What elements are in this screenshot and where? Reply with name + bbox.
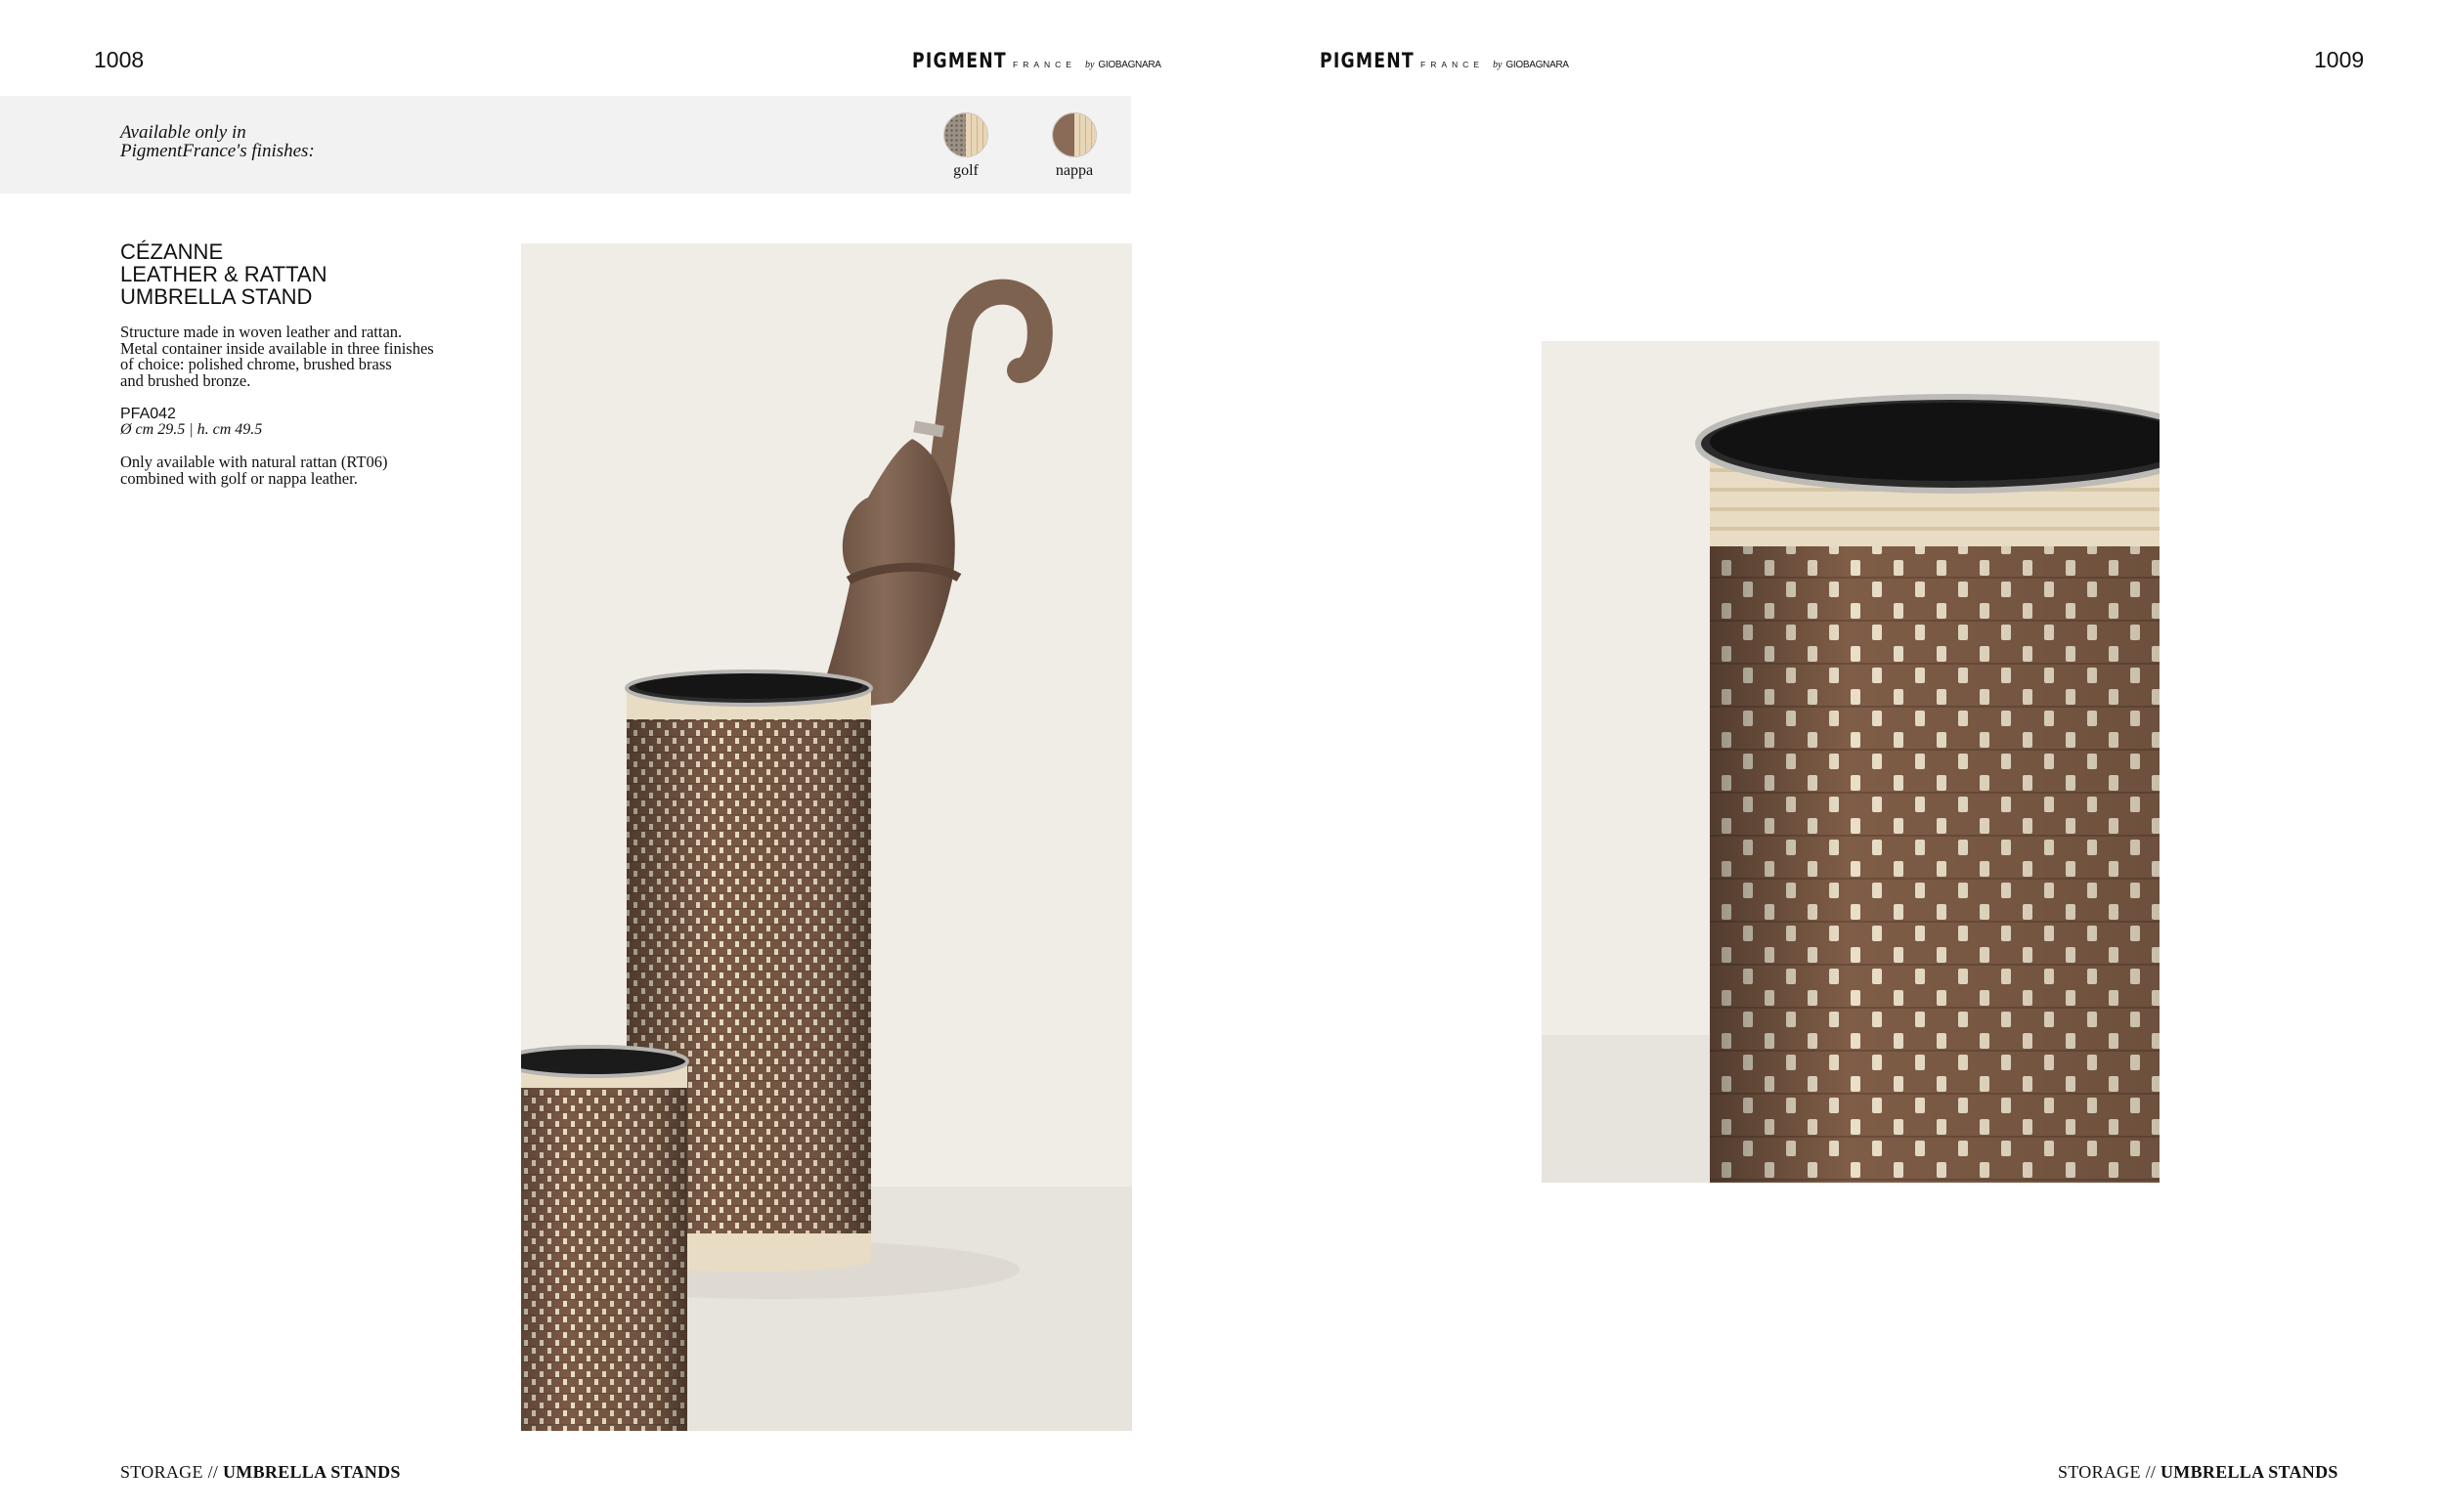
footer-right: STORAGE // UMBRELLA STANDS — [2058, 1462, 2338, 1483]
swatch-label-nappa: nappa — [1055, 162, 1094, 179]
footer-left: STORAGE // UMBRELLA STANDS — [120, 1462, 401, 1483]
brand-logo-left: PIGMENT FRANCE by GIOBAGNARA — [912, 49, 1161, 72]
golf-rattan-swatch-icon — [943, 112, 988, 157]
brand-sub: FRANCE — [1420, 60, 1484, 69]
brand-logo-right: PIGMENT FRANCE by GIOBAGNARA — [1320, 49, 1569, 72]
product-title: CÉZANNE LEATHER & RATTAN UMBRELLA STAND — [120, 239, 327, 309]
nappa-rattan-swatch-icon — [1052, 112, 1097, 157]
brand-name: PIGMENT — [1320, 49, 1415, 72]
product-description: Structure made in woven leather and ratt… — [120, 323, 434, 390]
page-number-left: 1008 — [94, 47, 145, 72]
rattan-half — [966, 113, 987, 156]
footer-category: UMBRELLA STANDS — [2160, 1462, 2338, 1482]
product-photo-main — [521, 243, 1132, 1431]
footer-section: STORAGE // — [2058, 1462, 2157, 1482]
brand-maker: GIOBAGNARA — [1098, 60, 1161, 70]
brand-by: by — [1084, 60, 1095, 70]
product-dimensions: Ø cm 29.5 | h. cm 49.5 — [120, 421, 263, 438]
swatch-label-golf: golf — [953, 162, 979, 179]
product-note: Only available with natural rattan (RT06… — [120, 453, 388, 488]
brand-maker: GIOBAGNARA — [1506, 60, 1569, 70]
footer-section: STORAGE // — [120, 1462, 219, 1482]
brand-sub: FRANCE — [1013, 60, 1076, 69]
rattan-half — [1074, 113, 1096, 156]
brand-by: by — [1492, 60, 1503, 70]
page-number-right: 1009 — [2314, 47, 2365, 72]
nappa-leather-half — [1053, 113, 1074, 156]
finishes-label: Available only in PigmentFrance's finish… — [120, 122, 315, 161]
golf-leather-half — [944, 113, 966, 156]
product-photo-detail — [1542, 341, 2160, 1183]
brand-name: PIGMENT — [912, 49, 1007, 72]
footer-category: UMBRELLA STANDS — [223, 1462, 401, 1482]
